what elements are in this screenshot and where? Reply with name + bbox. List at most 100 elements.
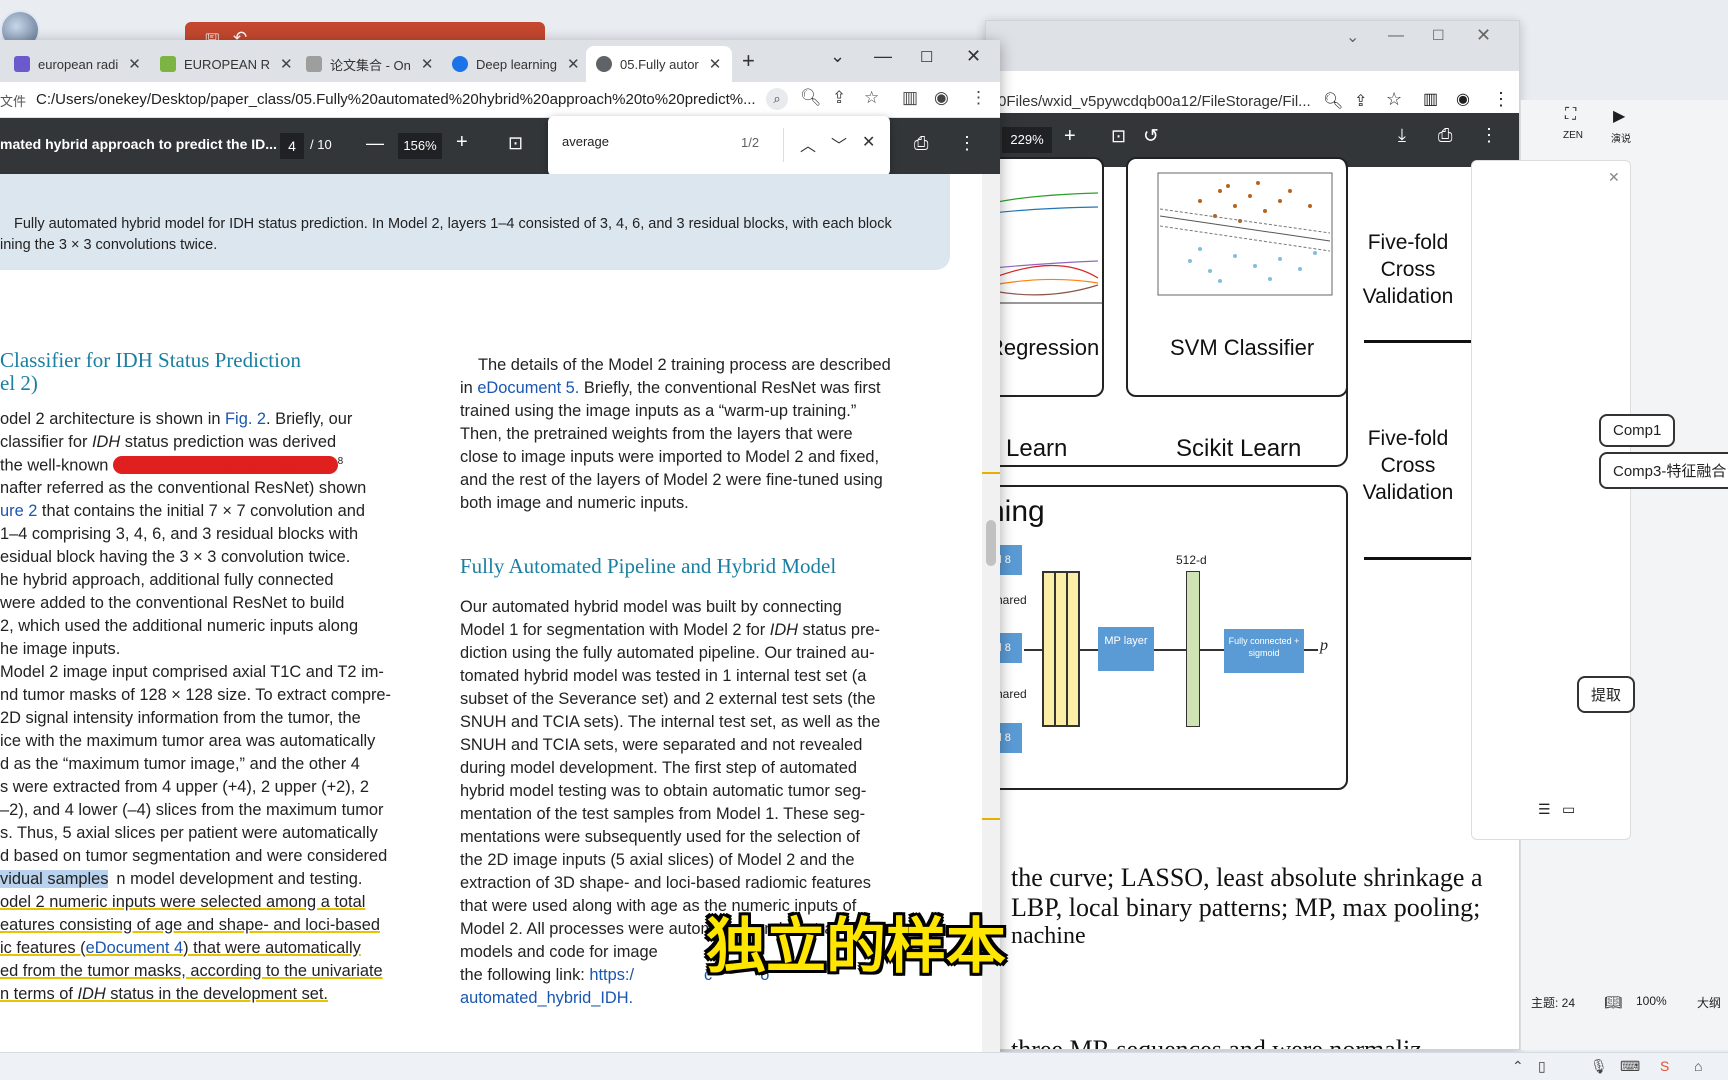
mic-icon[interactable]: 🎙︎ bbox=[1590, 1058, 1608, 1075]
right-line-4: Then, the pretrained weights from the la… bbox=[460, 425, 853, 443]
right-url[interactable]: 0Files/wxid_v5pywcdqb00a12/FileStorage/F… bbox=[998, 93, 1311, 110]
print-icon[interactable]: ⎙ bbox=[1438, 125, 1452, 146]
tab-label: EUROPEAN R bbox=[184, 56, 270, 72]
popup-close-icon[interactable]: ✕ bbox=[1608, 169, 1620, 186]
close-icon[interactable]: ✕ bbox=[421, 55, 434, 73]
panel-zoom[interactable]: 100% bbox=[1636, 994, 1667, 1008]
tab-european-r[interactable]: EUROPEAN R ✕ bbox=[150, 46, 293, 82]
app-s-icon[interactable]: S bbox=[1660, 1058, 1669, 1074]
present-icon[interactable]: ▶ bbox=[1613, 106, 1625, 126]
new-tab-icon[interactable]: + bbox=[742, 48, 755, 74]
present-label: 演说 bbox=[1611, 134, 1631, 145]
code-link[interactable]: https:/ bbox=[589, 966, 634, 984]
find-close-icon[interactable]: ✕ bbox=[862, 132, 875, 152]
cv-bottom-line-3: Validation bbox=[1362, 481, 1454, 504]
node-extract[interactable]: 提取 bbox=[1577, 676, 1636, 713]
text-run: Briefly, the conventional ResNet was fir… bbox=[579, 379, 881, 397]
right-line-25[interactable]: automated_hybrid_IDH. bbox=[460, 989, 633, 1008]
zoom-icon[interactable]: 🔍︎ bbox=[1323, 91, 1343, 111]
figure2-link[interactable]: ure 2 bbox=[0, 502, 37, 520]
minimize-icon[interactable]: — bbox=[1388, 27, 1404, 45]
tab-deep-learning[interactable]: Deep learning ✕ bbox=[442, 46, 582, 82]
network-icon[interactable]: ⌂ bbox=[1694, 1058, 1702, 1074]
tab-label: 05.Fully autor bbox=[620, 56, 699, 72]
tab-paper-collection[interactable]: 论文集合 - On ✕ bbox=[296, 46, 436, 82]
menu-icon[interactable]: ⋮ bbox=[970, 88, 987, 108]
chevron-down-icon[interactable]: ⌄ bbox=[1346, 27, 1359, 47]
text-run: ic features ( bbox=[0, 939, 86, 957]
tab-european-radiology[interactable]: european radi ✕ bbox=[4, 46, 144, 82]
globe-icon bbox=[596, 56, 612, 72]
left-line-16: d as the “maximum tumor image,” and the … bbox=[0, 755, 360, 773]
find-input[interactable]: average bbox=[562, 134, 609, 149]
cv-top-label: Five-fold Cross Validation bbox=[1358, 229, 1458, 310]
outline-label[interactable]: 大纲 bbox=[1697, 994, 1721, 1011]
zoom-out-icon[interactable]: — bbox=[366, 133, 384, 154]
chevron-up-icon[interactable]: ⌃ bbox=[1512, 1058, 1524, 1075]
edocument4-link[interactable]: eDocument 4 bbox=[86, 939, 184, 957]
figure-caption: Fully automated hybrid model for IDH sta… bbox=[0, 214, 940, 256]
zoom-in-icon[interactable]: + bbox=[456, 131, 468, 154]
card-view-icon[interactable]: ▭ bbox=[1562, 801, 1575, 818]
more-icon[interactable]: ⋮ bbox=[958, 133, 976, 154]
edocument5-link[interactable]: eDocument 5. bbox=[477, 379, 579, 397]
tab-favicon bbox=[14, 56, 30, 72]
book-icon[interactable]: 📖︎ bbox=[1604, 994, 1622, 1011]
share-icon[interactable]: ⇪ bbox=[1354, 91, 1367, 111]
zoom-in-icon[interactable]: + bbox=[1064, 125, 1076, 148]
node-comp1[interactable]: Comp1 bbox=[1599, 414, 1676, 447]
left-address-bar[interactable]: 文件 C:/Users/onekey/Desktop/paper_class/0… bbox=[0, 82, 1000, 118]
close-icon[interactable]: ✕ bbox=[567, 55, 580, 73]
left-line-12: Model 2 image input comprised axial T1C … bbox=[0, 663, 384, 681]
download-icon[interactable]: ⤓ bbox=[1398, 125, 1406, 146]
close-icon[interactable]: ✕ bbox=[966, 46, 981, 67]
cv-bottom-label: Five-fold Cross Validation bbox=[1358, 425, 1458, 506]
tab-fully-automated[interactable]: 05.Fully autor ✕ bbox=[586, 46, 732, 82]
zoom-icon[interactable]: 🔍︎ bbox=[800, 88, 822, 108]
sidepanel-icon[interactable]: ▥ bbox=[1423, 89, 1438, 109]
list-view-icon[interactable]: ☰ bbox=[1538, 801, 1551, 818]
more-icon[interactable]: ⋮ bbox=[1480, 125, 1498, 146]
stack-divider-1 bbox=[1054, 573, 1056, 725]
maximize-icon[interactable]: ☐ bbox=[920, 48, 933, 66]
fig2-link[interactable]: Fig. 2 bbox=[225, 410, 266, 428]
bookmark-star-icon[interactable]: ☆ bbox=[864, 88, 879, 108]
right-zoom-input[interactable]: 229% bbox=[1002, 127, 1052, 153]
zen-icon[interactable]: ⛶ bbox=[1565, 106, 1576, 124]
close-icon[interactable]: ✕ bbox=[709, 55, 722, 73]
page-info-icon[interactable]: ⌕ bbox=[766, 88, 788, 110]
node-comp3[interactable]: Comp3-特征融合 bbox=[1599, 452, 1728, 489]
tab-favicon bbox=[306, 56, 322, 72]
minimize-icon[interactable]: — bbox=[874, 46, 892, 67]
maximize-icon[interactable]: ☐ bbox=[1432, 27, 1445, 44]
right-line-19: the 2D image inputs (5 axial slices) of … bbox=[460, 851, 855, 869]
left-line-20: d based on tumor segmentation and were c… bbox=[0, 847, 388, 865]
profile-icon[interactable]: ◉ bbox=[934, 88, 949, 108]
close-icon[interactable]: ✕ bbox=[1476, 25, 1491, 46]
ime-icon[interactable]: ⌨ bbox=[1620, 1058, 1640, 1075]
right-line-9: Model 1 for segmentation with Model 2 fo… bbox=[460, 621, 880, 640]
fit-page-icon[interactable]: ⊡ bbox=[1111, 126, 1126, 147]
left-line-11: he image inputs. bbox=[0, 640, 121, 658]
find-prev-icon[interactable]: ︿ bbox=[800, 132, 816, 156]
page-number-input[interactable]: 4 bbox=[280, 133, 304, 159]
left-line-24: ic features (eDocument 4) that were auto… bbox=[0, 939, 361, 958]
section-heading-pipeline: Fully Automated Pipeline and Hybrid Mode… bbox=[460, 554, 837, 578]
text-run: odel 2 architecture is shown in bbox=[0, 410, 226, 428]
menu-icon[interactable]: ⋮ bbox=[1492, 89, 1510, 110]
dim-label: 512-d bbox=[1176, 553, 1207, 567]
fit-page-icon[interactable]: ⊡ bbox=[508, 133, 523, 154]
zoom-input[interactable]: 156% bbox=[398, 133, 442, 159]
close-icon[interactable]: ✕ bbox=[128, 55, 141, 73]
url-field[interactable]: C:/Users/onekey/Desktop/paper_class/05.F… bbox=[36, 91, 756, 108]
rotate-icon[interactable]: ↺ bbox=[1143, 125, 1159, 148]
close-icon[interactable]: ✕ bbox=[280, 55, 293, 73]
chevron-down-icon[interactable]: ⌄ bbox=[830, 46, 845, 67]
scrollbar-thumb[interactable] bbox=[986, 520, 996, 566]
profile-icon[interactable]: ◉ bbox=[1456, 89, 1470, 109]
print-icon[interactable]: ⎙ bbox=[914, 133, 928, 154]
bookmark-star-icon[interactable]: ☆ bbox=[1386, 89, 1402, 110]
share-icon[interactable]: ⇪ bbox=[832, 88, 846, 108]
sidepanel-icon[interactable]: ▥ bbox=[902, 88, 918, 108]
find-next-icon[interactable]: ﹀ bbox=[831, 132, 847, 156]
